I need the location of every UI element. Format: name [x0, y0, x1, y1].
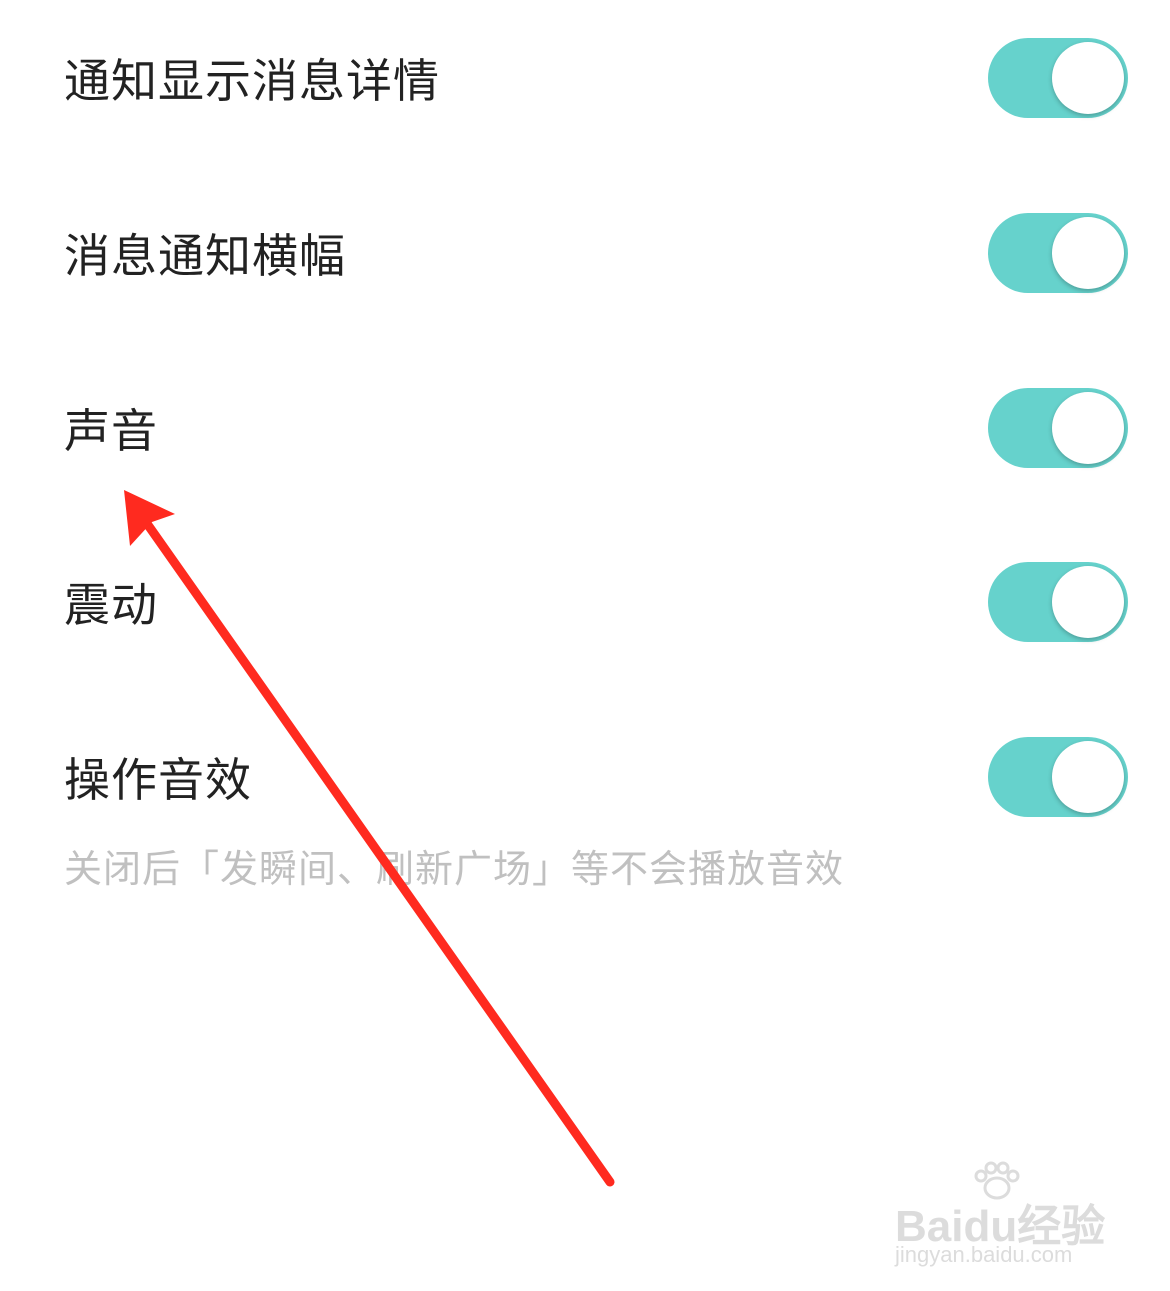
toggle-message-banner[interactable] [988, 213, 1128, 293]
toggle-knob [1052, 392, 1124, 464]
setting-row-message-banner: 消息通知横幅 [0, 203, 1170, 303]
toggle-knob [1052, 42, 1124, 114]
setting-row-operation-sound: 操作音效 [0, 727, 1170, 827]
setting-label-notification-details: 通知显示消息详情 [64, 54, 440, 108]
toggle-knob [1052, 217, 1124, 289]
toggle-operation-sound[interactable] [988, 737, 1128, 817]
operation-sound-hint: 关闭后「发瞬间、刷新广场」等不会播放音效 [64, 847, 845, 891]
setting-label-sound: 声音 [64, 404, 158, 458]
notification-settings-list: 通知显示消息详情 消息通知横幅 声音 震动 操作音效 关闭后「发瞬间、刷新广场」… [0, 0, 1170, 1291]
setting-row-notification-details: 通知显示消息详情 [0, 28, 1170, 128]
toggle-notification-details[interactable] [988, 38, 1128, 118]
toggle-knob [1052, 741, 1124, 813]
toggle-knob [1052, 566, 1124, 638]
watermark-url: jingyan.baidu.com [895, 1242, 1073, 1267]
setting-row-vibration: 震动 [0, 552, 1170, 652]
toggle-sound[interactable] [988, 388, 1128, 468]
setting-label-message-banner: 消息通知横幅 [64, 229, 346, 283]
setting-label-operation-sound: 操作音效 [64, 753, 252, 807]
toggle-vibration[interactable] [988, 562, 1128, 642]
setting-row-sound: 声音 [0, 378, 1170, 478]
setting-label-vibration: 震动 [64, 578, 158, 632]
baidu-jingyan-watermark: Baidu经验 jingyan.baidu.com [895, 1160, 1115, 1270]
